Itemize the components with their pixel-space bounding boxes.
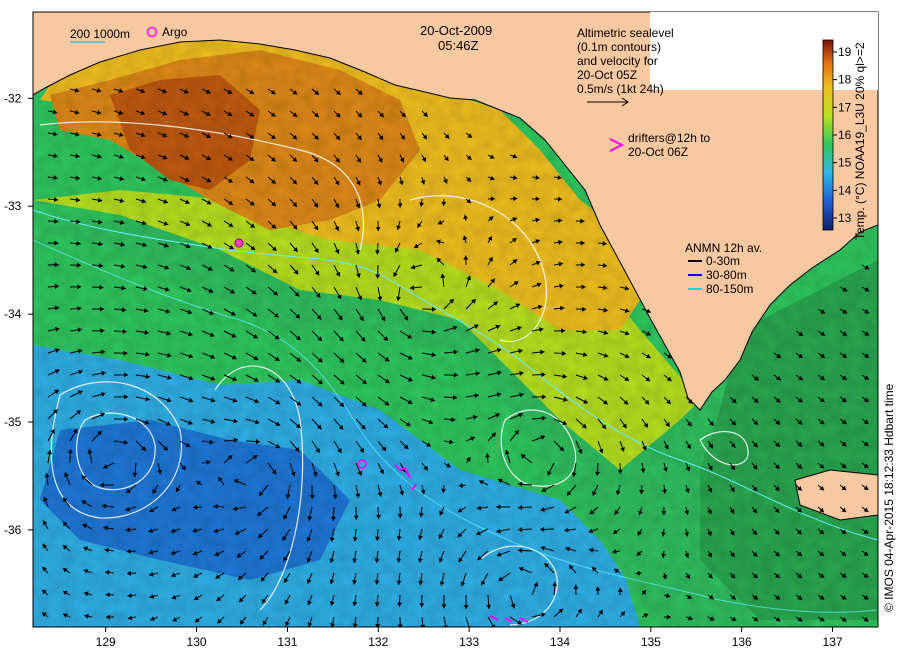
x-tick-label: 129 [96,635,116,649]
sst-map: 129 130 131 132 133 134 135 136 137 -32 -33 -34 -35… [4,11,896,649]
altimetry-line5: 0.5m/s (1kt 24h) [577,82,664,96]
colorbar-label: Temp. (°C) NOAA19_L3U 20% ql>=2 [853,42,867,240]
colorbar-tick-label: 19 [838,45,852,59]
y-tick-label: -36 [4,523,22,537]
x-tick-label: 133 [459,635,479,649]
y-axis: -32 -33 -34 -35 -36 [4,91,33,537]
x-tick-label: 135 [641,635,661,649]
altimetry-line4: 20-Oct 05Z [577,68,637,82]
colorbar-tick-label: 15 [838,156,852,170]
title-time: 05:46Z [438,38,479,53]
x-tick-label: 131 [277,635,297,649]
x-axis: 129 130 131 132 133 134 135 136 137 [96,627,843,649]
colorbar-tick-label: 16 [838,128,852,142]
scale-legend: 200 1000m [70,27,130,41]
plot-area [33,12,878,627]
drifters-line1: drifters@12h to [628,131,711,145]
altimetry-line1: Altimetric sealevel [577,26,674,40]
x-tick-label: 136 [732,635,752,649]
y-tick-label: -35 [4,415,22,429]
anmn-legend-title: ANMN 12h av. [685,241,762,255]
anmn-label-1: 30-80m [706,268,747,282]
colorbar-tick-label: 17 [838,100,852,114]
argo-float-1 [234,238,244,248]
credit-text: © IMOS 04-Apr-2015 18:12:33 Hdbart time [882,383,896,612]
drifters-line2: 20-Oct 06Z [628,145,688,159]
colorbar [822,39,834,231]
x-tick-label: 134 [550,635,570,649]
title-date: 20-Oct-2009 [420,23,492,38]
x-tick-label: 132 [368,635,388,649]
y-tick-label: -32 [4,91,22,105]
altimetry-line3: and velocity for [577,54,658,68]
altimetry-line2: (0.1m contours) [577,40,661,54]
y-tick-label: -33 [4,199,22,213]
colorbar-tick-label: 14 [838,183,852,197]
anmn-label-0: 0-30m [706,254,740,268]
colorbar-tick-label: 13 [838,211,852,225]
x-tick-label: 137 [823,635,843,649]
anmn-label-2: 80-150m [706,282,753,296]
y-tick-label: -34 [4,307,22,321]
argo-legend-label: Argo [162,25,188,39]
x-tick-label: 130 [187,635,207,649]
colorbar-tick-label: 18 [838,73,852,87]
